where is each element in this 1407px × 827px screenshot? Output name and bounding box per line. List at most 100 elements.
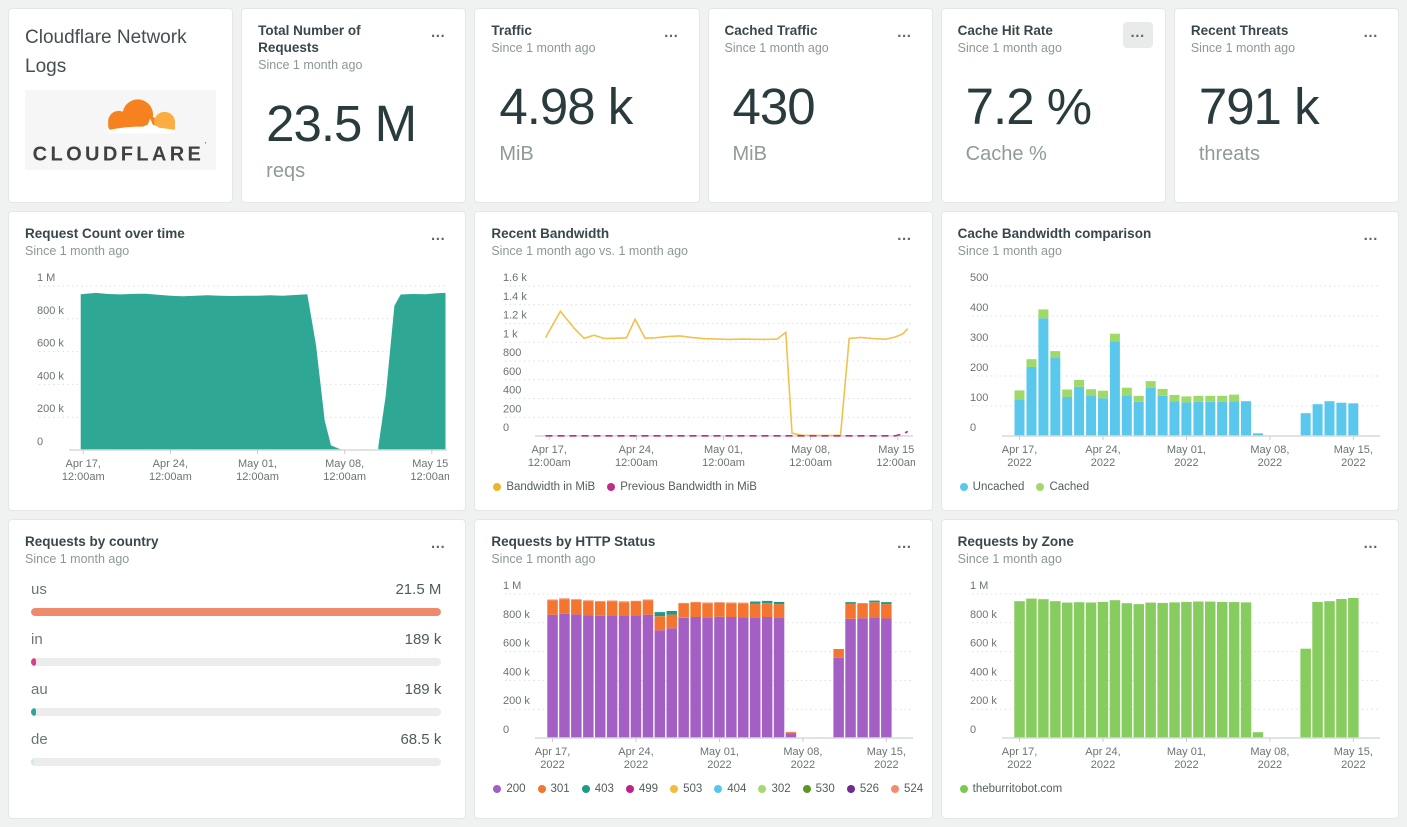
panel-title: Requests by HTTP Status: [491, 533, 655, 550]
country-bar: [31, 658, 36, 666]
panel-cache-bandwidth: Cache Bandwidth comparison Since 1 month…: [941, 211, 1399, 511]
legend-item[interactable]: 404: [714, 783, 746, 795]
panel-menu-button[interactable]: …: [657, 22, 687, 48]
legend-dot-icon: [960, 483, 968, 491]
svg-text:May 08,: May 08,: [784, 746, 823, 758]
legend-dot-icon: [1036, 483, 1044, 491]
legend-item[interactable]: 301: [538, 783, 570, 795]
stat-unit: Cache %: [966, 143, 1155, 166]
panel-menu-button[interactable]: …: [890, 533, 920, 559]
svg-text:12:00am: 12:00am: [236, 471, 279, 483]
legend-dot-icon: [714, 785, 722, 793]
chart-row-2: Requests by country Since 1 month ago … …: [8, 519, 1399, 819]
legend-item[interactable]: 403: [582, 783, 614, 795]
legend-label: Uncached: [973, 481, 1025, 493]
legend-dot-icon: [626, 785, 634, 793]
svg-text:May 08,: May 08,: [791, 444, 830, 456]
legend-dot-icon: [582, 785, 590, 793]
svg-text:2022: 2022: [1007, 759, 1031, 771]
recent-bandwidth-chart[interactable]: 1.6 k1.4 k1.2 k1 k8006004002000Apr 17,12…: [491, 270, 915, 470]
legend-item[interactable]: Uncached: [960, 481, 1025, 493]
cloudflare-logo: CLOUDFLARE ': [25, 90, 216, 170]
panel-menu-button[interactable]: …: [1356, 225, 1386, 251]
panel-menu-button[interactable]: …: [890, 225, 920, 251]
panel-title: Requests by Zone: [958, 533, 1074, 550]
panel-menu-button[interactable]: …: [1356, 22, 1386, 48]
svg-text:CLOUDFLARE: CLOUDFLARE: [33, 144, 205, 166]
panel-title: Requests by country: [25, 533, 159, 550]
legend-label: 403: [595, 783, 614, 795]
panel-menu-button[interactable]: …: [890, 22, 920, 48]
svg-text:Apr 17,: Apr 17,: [1001, 444, 1036, 456]
panel-cached-traffic: Cached Traffic Since 1 month ago … 430 M…: [708, 8, 933, 203]
svg-text:1 M: 1 M: [970, 580, 988, 592]
svg-text:May 15,: May 15,: [879, 444, 916, 456]
svg-text:Apr 17,: Apr 17,: [65, 458, 100, 470]
legend-label: 499: [639, 783, 658, 795]
country-row: au189 k: [9, 666, 465, 716]
svg-text:800: 800: [503, 347, 521, 359]
panel-subtitle: Since 1 month ago: [958, 244, 1152, 258]
svg-text:Apr 24,: Apr 24,: [153, 458, 188, 470]
legend-label: 200: [506, 783, 525, 795]
svg-text:400 k: 400 k: [503, 666, 530, 678]
country-code: us: [31, 581, 47, 598]
legend-item[interactable]: 499: [626, 783, 658, 795]
legend-item[interactable]: theburritobot.com: [960, 783, 1063, 795]
legend-item[interactable]: 302: [758, 783, 790, 795]
country-value: 21.5 M: [395, 581, 441, 598]
svg-text:2022: 2022: [1257, 457, 1281, 469]
svg-text:300: 300: [970, 332, 988, 344]
svg-text:May 08,: May 08,: [325, 458, 364, 470]
svg-text:12:00am: 12:00am: [323, 471, 366, 483]
svg-text:400: 400: [503, 385, 521, 397]
country-list: us21.5 Min189 kau189 kde68.5 k: [9, 566, 465, 766]
svg-text:May 01,: May 01,: [1167, 746, 1206, 758]
country-code: au: [31, 681, 48, 698]
panel-menu-button[interactable]: …: [423, 225, 453, 251]
legend-item[interactable]: 526: [847, 783, 879, 795]
panel-recent-threats: Recent Threats Since 1 month ago … 791 k…: [1174, 8, 1399, 203]
svg-text:May 15,: May 15,: [1333, 444, 1372, 456]
stat-value: 430: [733, 77, 922, 136]
panel-subtitle: Since 1 month ago: [491, 552, 655, 566]
country-bar: [31, 708, 36, 716]
legend-item[interactable]: Bandwidth in MiB: [493, 481, 595, 493]
panel-menu-button[interactable]: …: [1123, 22, 1153, 48]
legend-item[interactable]: 503: [670, 783, 702, 795]
panel-title: Cache Bandwidth comparison: [958, 225, 1152, 242]
svg-text:12:00am: 12:00am: [702, 457, 745, 469]
svg-text:Apr 24,: Apr 24,: [619, 444, 654, 456]
panel-menu-button[interactable]: …: [423, 22, 453, 48]
svg-text:600 k: 600 k: [37, 338, 64, 350]
svg-text:May 01,: May 01,: [238, 458, 277, 470]
panel-subtitle: Since 1 month ago: [725, 41, 829, 55]
svg-text:0: 0: [970, 422, 976, 434]
legend-dot-icon: [960, 785, 968, 793]
http-status-chart[interactable]: 1 M800 k600 k400 k200 k0Apr 17,2022Apr 2…: [491, 578, 915, 772]
svg-text:2022: 2022: [624, 759, 648, 771]
panel-subtitle: Since 1 month ago: [958, 552, 1074, 566]
svg-text:12:00am: 12:00am: [528, 457, 571, 469]
svg-text:400: 400: [970, 302, 988, 314]
panel-menu-button[interactable]: …: [423, 533, 453, 559]
legend-item[interactable]: 530: [803, 783, 835, 795]
legend-label: 302: [771, 783, 790, 795]
legend-dot-icon: [847, 785, 855, 793]
panel-subtitle: Since 1 month ago: [958, 41, 1062, 55]
chart-legend: Uncached Cached: [942, 470, 1398, 496]
svg-text:May 01,: May 01,: [704, 444, 743, 456]
legend-item[interactable]: Previous Bandwidth in MiB: [607, 481, 757, 493]
panel-header: Cloudflare Network Logs CLOUDFLARE ': [8, 8, 233, 203]
legend-item[interactable]: 524: [891, 783, 923, 795]
legend-item[interactable]: 200: [493, 783, 525, 795]
request-count-chart[interactable]: 1 M800 k600 k400 k200 k0Apr 17,12:00amAp…: [25, 270, 449, 484]
legend-dot-icon: [758, 785, 766, 793]
country-bar-track: [31, 758, 441, 766]
country-bar-track: [31, 708, 441, 716]
cache-bandwidth-chart[interactable]: 5004003002001000Apr 17,2022Apr 24,2022Ma…: [958, 270, 1382, 470]
svg-text:100: 100: [970, 392, 988, 404]
panel-menu-button[interactable]: …: [1356, 533, 1386, 559]
legend-item[interactable]: Cached: [1036, 481, 1089, 493]
requests-by-zone-chart[interactable]: 1 M800 k600 k400 k200 k0Apr 17,2022Apr 2…: [958, 578, 1382, 772]
